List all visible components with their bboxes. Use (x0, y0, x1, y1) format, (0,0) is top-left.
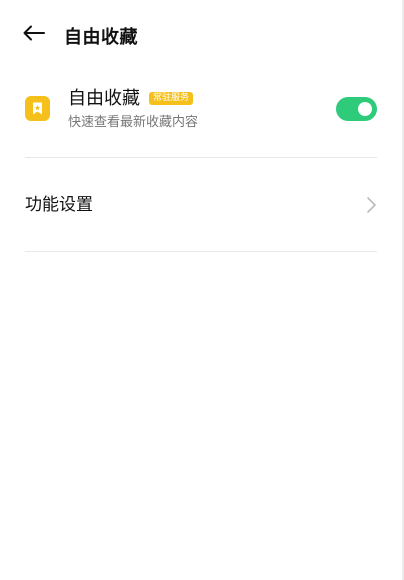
feature-subtitle: 快速查看最新收藏内容 (68, 115, 199, 130)
settings-row[interactable]: 功能设置 (0, 184, 404, 228)
chevron-right-icon (364, 196, 378, 214)
status-badge: 常驻服务 (149, 92, 194, 105)
feature-title: 自由收藏 (68, 88, 140, 109)
back-button[interactable] (18, 19, 50, 51)
page-title: 自由收藏 (64, 27, 138, 48)
divider (25, 157, 377, 158)
toggle-knob (358, 102, 372, 116)
divider (25, 251, 377, 252)
header: 自由收藏 (0, 17, 404, 53)
arrow-left-icon (23, 25, 45, 45)
bookmark-app-icon (25, 96, 50, 121)
feature-row: 自由收藏 常驻服务 快速查看最新收藏内容 (0, 84, 404, 136)
settings-label: 功能设置 (25, 195, 93, 215)
feature-toggle[interactable] (336, 97, 377, 121)
